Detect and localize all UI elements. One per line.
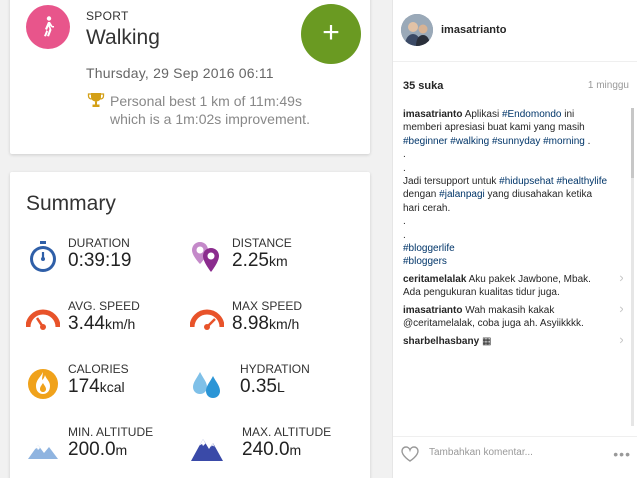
footer-divider: [393, 436, 637, 437]
hashtag[interactable]: #beginner: [403, 136, 447, 147]
heart-icon[interactable]: [401, 446, 419, 462]
stat-label: MAX. ALTITUDE: [242, 425, 332, 439]
delete-comment-icon[interactable]: ✕: [619, 273, 623, 286]
post-side-panel: imasatrianto 35 suka 1 minggu imasatrian…: [392, 0, 637, 478]
summary-title: Summary: [26, 192, 116, 215]
stat-label: DISTANCE: [232, 236, 292, 250]
stat-value: 3.44km/h: [68, 313, 136, 334]
add-comment-input[interactable]: Tambahkan komentar...: [429, 447, 533, 458]
caption: imasatrianto Aplikasi #Endomondo ini mem…: [403, 109, 608, 268]
stat-value: 2.25km: [232, 250, 288, 271]
stat-value: 240.0m: [242, 439, 302, 460]
stat-value: 0.35L: [240, 376, 285, 397]
sport-name: Walking: [86, 26, 160, 49]
comment-username[interactable]: ceritamelalak: [403, 274, 466, 285]
hashtag[interactable]: #walking: [450, 136, 489, 147]
avatar[interactable]: [401, 14, 433, 46]
stopwatch-icon: [26, 240, 60, 274]
stat-label: MAX SPEED: [232, 299, 303, 313]
hashtag[interactable]: #hidupsehat: [499, 176, 554, 187]
stat-label: AVG. SPEED: [68, 299, 140, 313]
hashtag[interactable]: #healthylife: [556, 176, 607, 187]
more-options-button[interactable]: •••: [613, 446, 631, 462]
summary-card: Summary DURATION 0:39:19 DISTANCE 2.25km…: [10, 172, 370, 478]
post-time[interactable]: 1 minggu: [588, 80, 629, 91]
walking-icon: [26, 5, 70, 49]
stat-label: CALORIES: [68, 362, 129, 376]
comment: imasatrianto Wah makasih kakak @ceritame…: [403, 304, 623, 331]
workout-screenshot: SPORT Walking + Thursday, 29 Sep 2016 06…: [0, 0, 392, 478]
map-pin-icon: [190, 240, 224, 274]
water-drop-icon: [190, 366, 224, 400]
stat-label: HYDRATION: [240, 362, 310, 376]
comments-list: imasatrianto Aplikasi #Endomondo ini mem…: [403, 108, 623, 428]
likes-count[interactable]: 35 suka: [403, 80, 443, 92]
trophy-icon: [87, 91, 105, 109]
comment: ceritamelalak Aku pakek Jawbone, Mbak. A…: [403, 273, 623, 300]
mountain-low-icon: [26, 429, 60, 463]
comments-scrollbar-thumb[interactable]: [631, 108, 634, 178]
flame-icon: [26, 366, 60, 400]
post-username[interactable]: imasatrianto: [441, 24, 506, 36]
speedometer-icon: [25, 303, 61, 337]
comment-text: ▦: [481, 335, 492, 347]
hashtag[interactable]: #jalanpagi: [439, 189, 485, 200]
stat-value: 200.0m: [68, 439, 128, 460]
workout-header-card: SPORT Walking + Thursday, 29 Sep 2016 06…: [10, 0, 370, 154]
stat-value: 0:39:19: [68, 250, 132, 271]
stat-value: 8.98km/h: [232, 313, 300, 334]
comment-username[interactable]: imasatrianto: [403, 109, 462, 120]
hashtag[interactable]: #sunnyday: [492, 136, 540, 147]
comment: sharbelhasbany ▦ ✕: [403, 335, 623, 348]
hashtag[interactable]: #bloggers: [403, 256, 447, 267]
hashtag[interactable]: #morning: [543, 136, 585, 147]
header-divider: [393, 61, 637, 62]
stat-label: DURATION: [68, 236, 130, 250]
hashtag[interactable]: #Endomondo: [502, 109, 562, 120]
mountain-high-icon: [190, 429, 224, 463]
add-button[interactable]: +: [301, 4, 361, 64]
personal-best-line-2: which is a 1m:02s improvement.: [110, 111, 310, 127]
personal-best-line-1: Personal best 1 km of 11m:49s: [110, 93, 302, 109]
stat-value: 174kcal: [68, 376, 125, 397]
hashtag[interactable]: #bloggerlife: [403, 243, 455, 254]
stat-label: MIN. ALTITUDE: [68, 425, 154, 439]
delete-comment-icon[interactable]: ✕: [619, 335, 623, 348]
workout-date: Thursday, 29 Sep 2016 06:11: [86, 65, 274, 81]
comment-username[interactable]: imasatrianto: [403, 305, 462, 316]
sport-label: SPORT: [86, 9, 129, 23]
comment-username[interactable]: sharbelhasbany: [403, 336, 479, 347]
speedometer-max-icon: [189, 303, 225, 337]
delete-comment-icon[interactable]: ✕: [619, 304, 623, 317]
